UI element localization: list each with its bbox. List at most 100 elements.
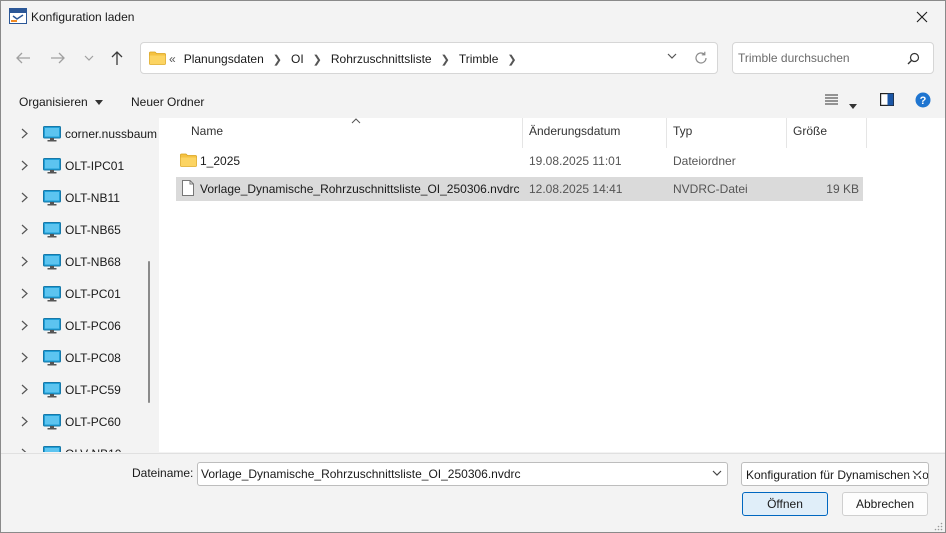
svg-text:?: ?: [920, 95, 927, 107]
breadcrumb-overflow[interactable]: «: [169, 52, 176, 66]
sidebar-item-label: OLT-PC59: [65, 383, 121, 397]
organize-button[interactable]: Organisieren: [19, 95, 103, 109]
title-bar: Konfiguration laden: [1, 1, 945, 33]
arrow-right-icon: [51, 52, 65, 64]
sidebar-item[interactable]: OLT-PC01: [1, 278, 146, 310]
filetype-select[interactable]: Konfiguration für Dynamischen Rohrzuschn…: [741, 462, 929, 486]
breadcrumb-item[interactable]: Trimble: [459, 52, 499, 66]
chevron-right-icon[interactable]: [21, 352, 28, 363]
sidebar-item-label: OLT-PC60: [65, 415, 121, 429]
file-row[interactable]: Vorlage_Dynamische_Rohrzuschnittsliste_O…: [176, 177, 863, 201]
chevron-right-icon[interactable]: [21, 192, 28, 203]
breadcrumb: « Planungsdaten ❯ OI ❯ Rohrzuschnittslis…: [169, 52, 526, 66]
close-icon: [916, 11, 928, 23]
computer-icon: [43, 446, 61, 452]
chevron-right-icon[interactable]: [21, 320, 28, 331]
address-bar[interactable]: « Planungsdaten ❯ OI ❯ Rohrzuschnittslis…: [140, 42, 718, 74]
file-row[interactable]: 1_2025 19.08.2025 11:01 Dateiordner: [176, 149, 863, 173]
chevron-right-icon[interactable]: ❯: [273, 53, 282, 66]
dialog-footer: Dateiname: Konfiguration für Dynamischen…: [1, 453, 945, 532]
chevron-right-icon[interactable]: [21, 288, 28, 299]
sidebar-item[interactable]: OLT-PC59: [1, 374, 146, 406]
chevron-right-icon[interactable]: [21, 160, 28, 171]
new-folder-button[interactable]: Neuer Ordner: [131, 95, 204, 109]
column-header-date-label: Änderungsdatum: [529, 124, 621, 138]
chevron-down-icon[interactable]: [667, 53, 677, 59]
sidebar-item[interactable]: OLT-NB68: [1, 246, 146, 278]
sidebar-item[interactable]: OLT-NB11: [1, 182, 146, 214]
chevron-right-icon[interactable]: [21, 416, 28, 427]
column-divider[interactable]: [866, 118, 867, 148]
sidebar-item-label: OLT-PC01: [65, 287, 121, 301]
sidebar-item[interactable]: corner.nussbaum: [1, 118, 157, 150]
computer-icon: [43, 126, 61, 142]
sidebar-item-label: OLT-IPC01: [65, 159, 125, 173]
file-size: 19 KB: [826, 182, 859, 196]
chevron-right-icon[interactable]: [21, 448, 28, 452]
resize-grip-icon[interactable]: [933, 521, 943, 531]
caret-down-icon: [849, 104, 857, 109]
sidebar-item[interactable]: OLT-PC08: [1, 342, 146, 374]
sidebar-item[interactable]: OLT-PC06: [1, 310, 146, 342]
chevron-down-icon: [909, 470, 923, 476]
sidebar-item[interactable]: OLT-PC60: [1, 406, 146, 438]
folder-icon: [149, 51, 166, 65]
chevron-right-icon[interactable]: ❯: [507, 53, 516, 66]
column-header-size[interactable]: Größe: [786, 118, 866, 148]
sidebar-scrollbar[interactable]: [148, 261, 150, 403]
up-button[interactable]: [104, 45, 130, 71]
chevron-down-icon[interactable]: [712, 470, 722, 476]
sidebar-item-label: OLT-NB11: [65, 191, 120, 205]
computer-icon: [43, 350, 61, 366]
sidebar-item[interactable]: OLT-IPC01: [1, 150, 146, 182]
navigation-pane[interactable]: corner.nussbaum OLT-IPC01 OLT-NB11 OLT-NB65…: [1, 118, 158, 452]
chevron-right-icon[interactable]: [21, 384, 28, 395]
filename-input[interactable]: [201, 467, 696, 481]
file-type: Dateiordner: [673, 154, 736, 168]
sidebar-item-label: OLV-NB10: [65, 447, 121, 452]
computer-icon: [43, 414, 61, 430]
view-options-button[interactable]: [825, 93, 838, 108]
computer-icon: [43, 190, 61, 206]
search-icon[interactable]: [907, 52, 920, 65]
search-input[interactable]: [738, 51, 903, 65]
breadcrumb-item[interactable]: Rohrzuschnittsliste: [331, 52, 432, 66]
back-button[interactable]: [10, 45, 36, 71]
sidebar-item[interactable]: OLV-NB10: [1, 438, 146, 452]
file-name: Vorlage_Dynamische_Rohrzuschnittsliste_O…: [200, 182, 520, 196]
open-button[interactable]: Öffnen: [742, 492, 828, 516]
filename-label: Dateiname:: [132, 466, 194, 480]
app-icon: [9, 8, 27, 24]
view-dropdown-button[interactable]: [849, 98, 857, 112]
file-date: 19.08.2025 11:01: [529, 154, 622, 168]
chevron-right-icon[interactable]: ❯: [313, 53, 322, 66]
computer-icon: [43, 158, 61, 174]
computer-icon: [43, 382, 61, 398]
breadcrumb-item[interactable]: OI: [291, 52, 304, 66]
filename-combobox[interactable]: [197, 462, 728, 486]
sidebar-item[interactable]: OLT-NB65: [1, 214, 146, 246]
forward-button[interactable]: [45, 45, 71, 71]
recent-locations-button[interactable]: [76, 45, 102, 71]
cancel-button[interactable]: Abbrechen: [842, 492, 928, 516]
column-header-type[interactable]: Typ: [666, 118, 786, 148]
filetype-value: Konfiguration für Dynamischen Rohrzuschn…: [746, 468, 929, 482]
column-header-size-label: Größe: [793, 124, 828, 138]
close-button[interactable]: [899, 1, 945, 33]
chevron-right-icon[interactable]: [21, 256, 28, 267]
help-button[interactable]: ?: [915, 92, 931, 111]
caret-down-icon: [94, 99, 103, 105]
preview-pane-button[interactable]: [880, 93, 895, 109]
file-list[interactable]: Name Änderungsdatum Typ Größe 1_2025 19.0…: [159, 118, 945, 452]
file-name: 1_2025: [200, 154, 241, 168]
file-type: NVDRC-Datei: [673, 182, 748, 196]
search-box[interactable]: [732, 42, 934, 74]
column-header-date[interactable]: Änderungsdatum: [522, 118, 666, 148]
breadcrumb-item[interactable]: Planungsdaten: [184, 52, 264, 66]
help-icon: ?: [915, 92, 931, 108]
file-icon: [182, 180, 194, 196]
chevron-right-icon[interactable]: [21, 128, 28, 139]
chevron-right-icon[interactable]: [21, 224, 28, 235]
refresh-icon[interactable]: [694, 51, 708, 65]
chevron-right-icon[interactable]: ❯: [441, 53, 450, 66]
